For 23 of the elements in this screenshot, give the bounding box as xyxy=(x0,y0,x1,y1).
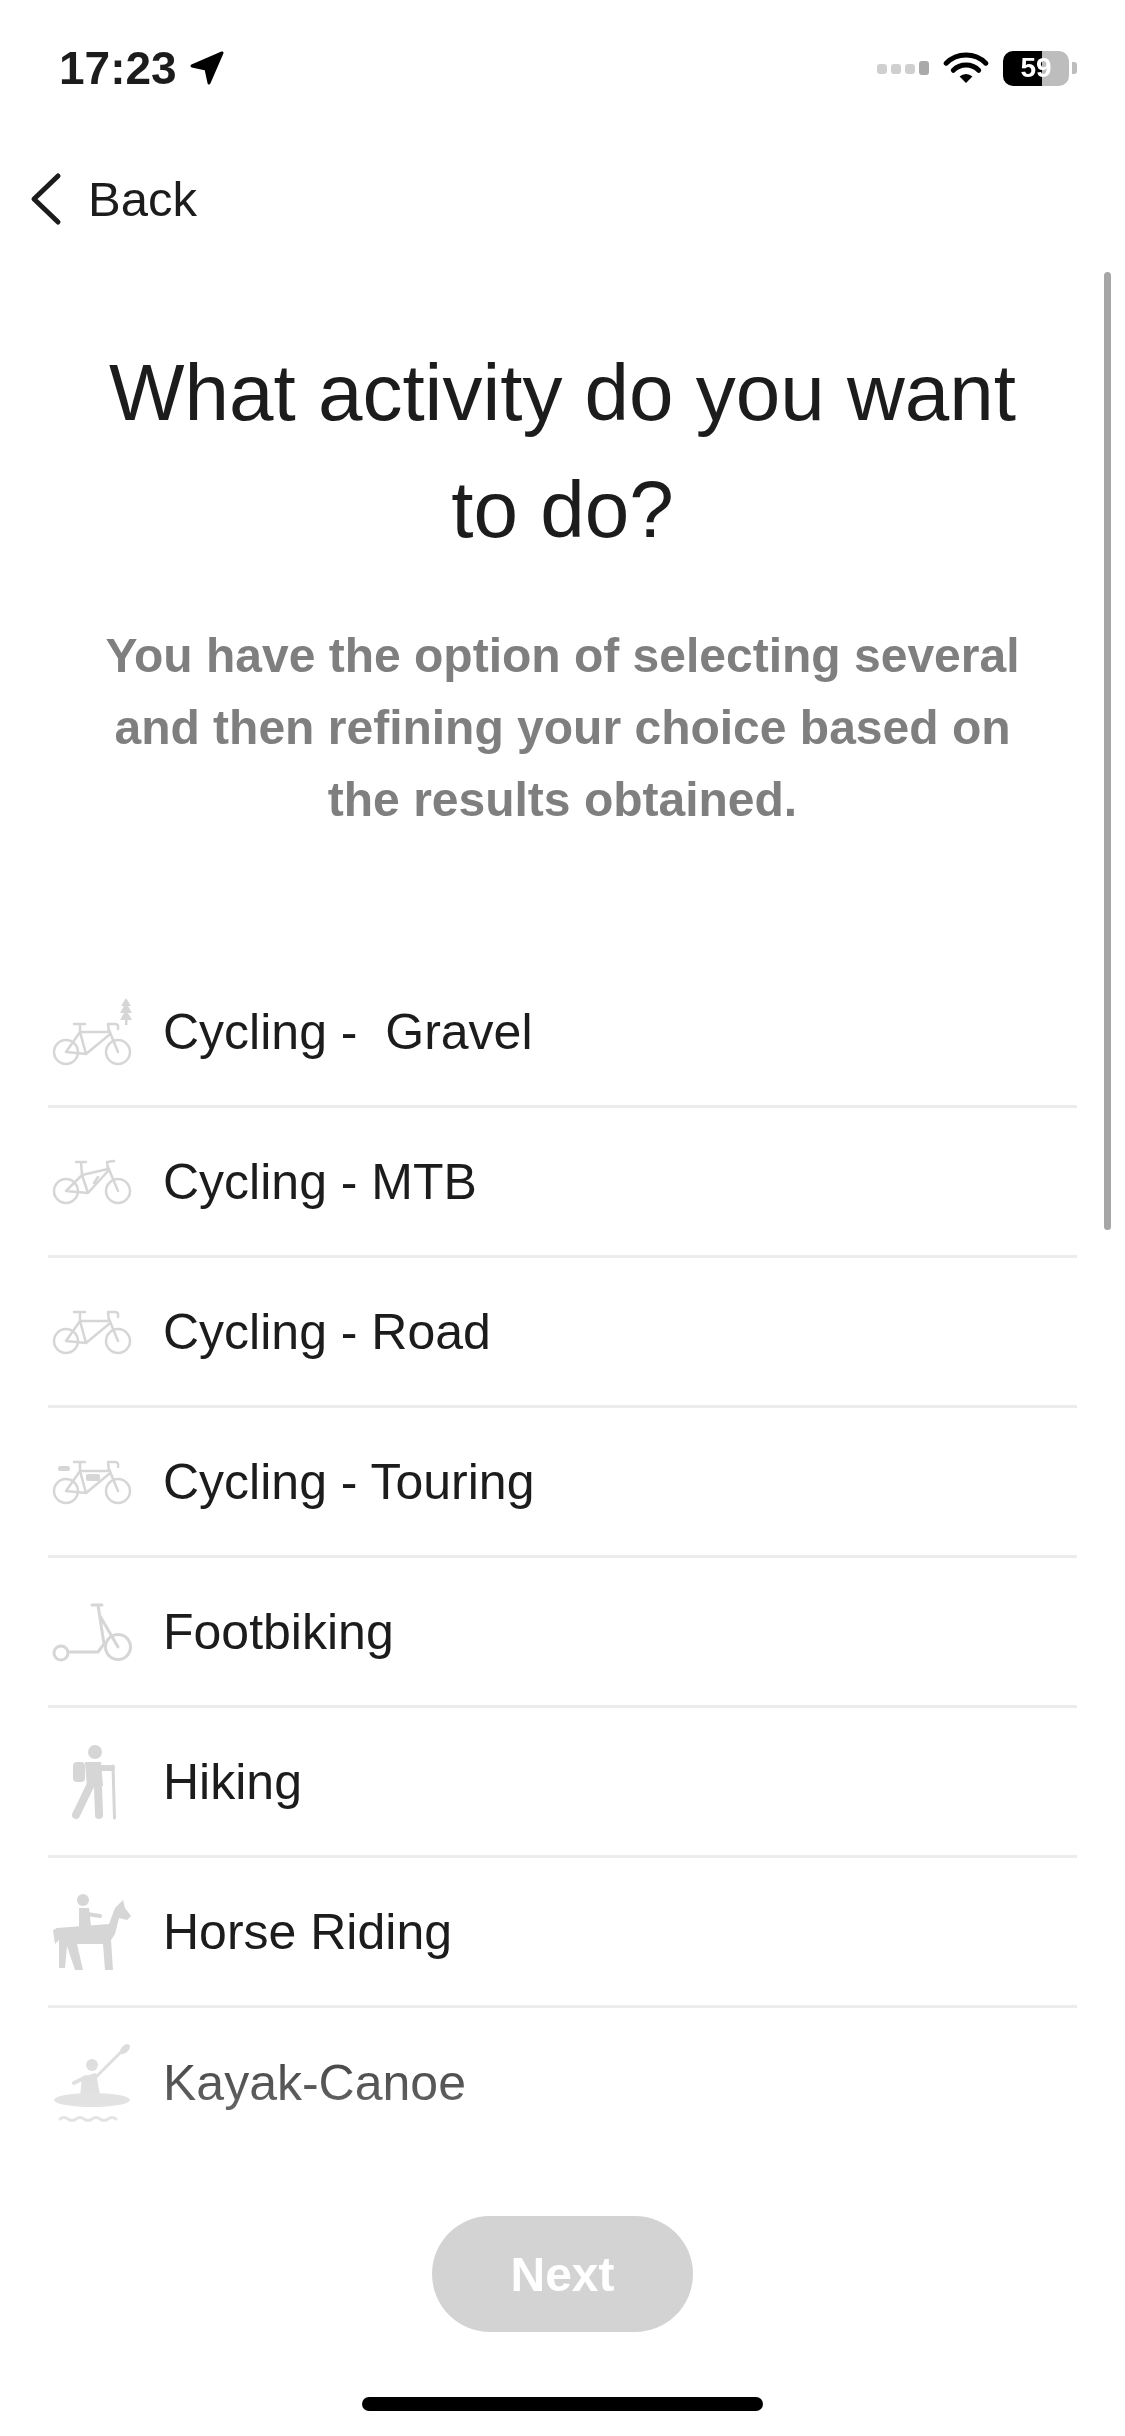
page-subtitle: You have the option of selecting several and then refining your choice based on the results obtained. xyxy=(104,628,1021,828)
scooter-icon xyxy=(52,1601,132,1662)
location-arrow-icon xyxy=(189,51,224,85)
battery-cap xyxy=(1072,62,1077,74)
activity-option[interactable]: Cycling - MTB xyxy=(48,1108,1077,1258)
activity-option[interactable]: Cycling - Road xyxy=(48,1258,1077,1408)
signal-icon xyxy=(877,61,929,75)
activity-option[interactable]: Cycling - Touring xyxy=(48,1408,1077,1558)
activity-option[interactable]: Footbiking xyxy=(48,1558,1077,1708)
bicycle-icon xyxy=(52,1158,132,1205)
bicycle-tree-icon xyxy=(52,997,132,1066)
page-title: What activity do you want to do? xyxy=(107,347,1018,556)
activity-option[interactable]: Cycling - Gravel xyxy=(48,958,1077,1108)
bicycle-icon xyxy=(52,1308,132,1355)
bicycle-icon xyxy=(52,1458,132,1505)
status-time: 17:23 xyxy=(59,45,177,91)
horse-rider-icon xyxy=(53,1893,131,1970)
kayaker-icon xyxy=(52,2043,132,2123)
activity-option[interactable]: Horse Riding xyxy=(48,1858,1077,2008)
activity-option[interactable]: Hiking xyxy=(48,1708,1077,1858)
wifi-icon xyxy=(943,51,989,85)
back-button[interactable]: Back xyxy=(28,169,197,229)
activity-option[interactable]: Kayak-Canoe xyxy=(48,2008,1077,2158)
